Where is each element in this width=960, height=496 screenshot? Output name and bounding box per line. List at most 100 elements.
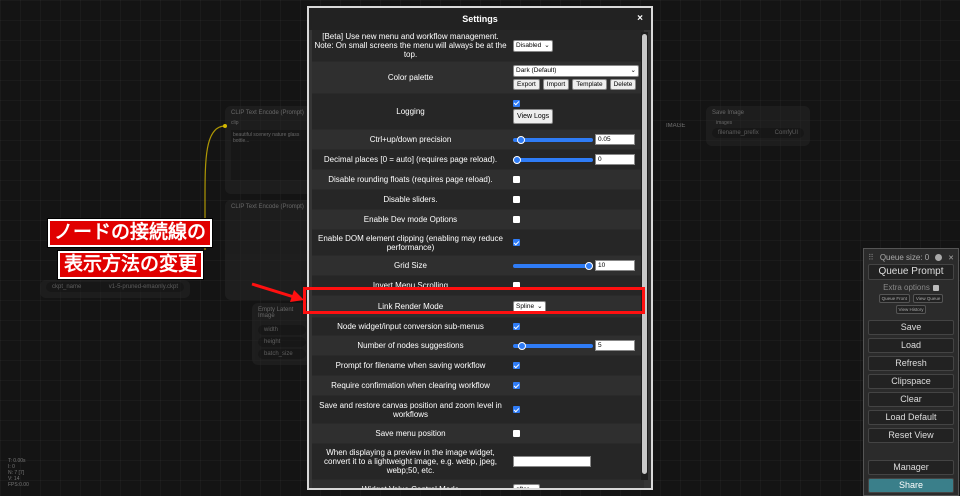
setting-checkbox[interactable] bbox=[513, 382, 520, 389]
palette-export-button[interactable]: Export bbox=[513, 79, 540, 90]
setting-checkbox[interactable] bbox=[513, 362, 520, 369]
setting-row: Color palette Dark (Default) ⌄ Export Import… bbox=[312, 62, 644, 94]
chevron-down-icon: ⌄ bbox=[532, 485, 538, 490]
setting-row: Ctrl+up/down precision 0.05 bbox=[312, 130, 644, 150]
setting-number-input[interactable]: 10 bbox=[595, 260, 635, 271]
setting-slider[interactable] bbox=[513, 341, 593, 350]
setting-row: Prompt for filename when saving workflow bbox=[312, 356, 644, 376]
setting-select[interactable]: after ⌄ bbox=[513, 483, 541, 490]
setting-row: Decimal places [0 = auto] (requires page… bbox=[312, 150, 644, 170]
setting-slider[interactable] bbox=[513, 135, 593, 144]
ckpt-name-label: ckpt_name bbox=[52, 284, 82, 290]
setting-checkbox[interactable] bbox=[513, 239, 520, 246]
setting-control: 10 bbox=[509, 260, 644, 271]
view-history-button[interactable]: View History bbox=[895, 305, 927, 314]
canvas-stats: T: 0.00s I: 0 N: 7 [7] V: 14 FPS:0.00 bbox=[8, 458, 29, 488]
setting-row: Node widget/input conversion sub-menus bbox=[312, 318, 644, 336]
setting-control bbox=[509, 196, 644, 203]
drag-handle-icon[interactable]: ⠿ bbox=[868, 253, 874, 262]
share-button[interactable]: Share bbox=[868, 478, 954, 493]
width-widget[interactable]: width bbox=[258, 325, 306, 335]
setting-number-input[interactable]: 0 bbox=[595, 154, 635, 165]
settings-title-bar: Settings × bbox=[309, 8, 651, 30]
reset-view-button[interactable]: Reset View bbox=[868, 428, 954, 443]
setting-checkbox[interactable] bbox=[513, 323, 520, 330]
load-default-button[interactable]: Load Default bbox=[868, 410, 954, 425]
ckpt-widget[interactable]: ckpt_name v1-5-pruned-emaonly.ckpt bbox=[46, 282, 184, 292]
image-output-label: IMAGE bbox=[666, 123, 686, 129]
setting-row: Enable Dev mode Options bbox=[312, 210, 644, 230]
logging-checkbox[interactable] bbox=[513, 99, 520, 107]
highlight-box bbox=[303, 287, 645, 314]
setting-label: Color palette bbox=[387, 73, 434, 82]
settings-list: [Beta] Use new menu and workflow managem… bbox=[312, 30, 644, 490]
palette-template-button[interactable]: Template bbox=[572, 79, 607, 90]
clipspace-button[interactable]: Clipspace bbox=[868, 374, 954, 389]
close-panel-icon[interactable]: ✕ bbox=[948, 254, 954, 262]
setting-text-input[interactable] bbox=[513, 456, 591, 467]
setting-slider[interactable] bbox=[513, 261, 593, 270]
settings-scrollbar[interactable] bbox=[641, 32, 648, 480]
save-image-node[interactable]: Save Image images filename_prefix ComfyU… bbox=[706, 106, 810, 146]
clip-text-encode-node-1[interactable]: CLIP Text Encode (Prompt) clip beautiful… bbox=[225, 106, 315, 194]
setting-control: 0 bbox=[509, 154, 644, 165]
setting-checkbox[interactable] bbox=[513, 176, 520, 183]
palette-select[interactable]: Dark (Default) ⌄ bbox=[513, 65, 639, 77]
annotation-line-1: ノードの接続線の bbox=[48, 219, 213, 247]
setting-label: Prompt for filename when saving workflow bbox=[335, 361, 486, 370]
setting-label: When displaying a preview in the image w… bbox=[324, 448, 497, 475]
setting-checkbox[interactable] bbox=[513, 216, 520, 223]
setting-label: Number of nodes suggestions bbox=[357, 341, 464, 350]
clear-button[interactable]: Clear bbox=[868, 392, 954, 407]
setting-label: Logging bbox=[396, 107, 425, 116]
gear-icon[interactable] bbox=[935, 254, 943, 261]
extra-options-checkbox[interactable] bbox=[932, 284, 939, 291]
annotation-line-2: 表示方法の変更 bbox=[58, 251, 204, 279]
select-value: after bbox=[516, 485, 530, 490]
palette-import-button[interactable]: Import bbox=[542, 79, 570, 90]
setting-control: 5 bbox=[509, 340, 644, 351]
setting-label: Save menu position bbox=[375, 429, 446, 438]
close-icon[interactable]: × bbox=[637, 13, 643, 24]
setting-select[interactable]: Disabled ⌄ bbox=[513, 39, 553, 52]
setting-row: Save menu position bbox=[312, 424, 644, 444]
load-button[interactable]: Load bbox=[868, 338, 954, 353]
setting-checkbox[interactable] bbox=[513, 406, 520, 413]
setting-row: Widget Value Control Mode after ⌄ bbox=[312, 480, 644, 490]
batch-size-widget[interactable]: batch_size bbox=[258, 349, 306, 359]
save-button[interactable]: Save bbox=[868, 320, 954, 335]
setting-label: Grid Size bbox=[394, 261, 427, 270]
setting-label: Ctrl+up/down precision bbox=[369, 135, 452, 144]
queue-panel: ⠿ Queue size: 0 ✕ Queue Prompt Extra opt… bbox=[863, 248, 959, 496]
setting-control bbox=[509, 216, 644, 223]
setting-label: Disable rounding floats (requires page r… bbox=[328, 175, 493, 184]
ckpt-name-value: v1-5-pruned-emaonly.ckpt bbox=[108, 284, 178, 290]
setting-control bbox=[509, 382, 644, 389]
manager-button[interactable]: Manager bbox=[868, 460, 954, 475]
settings-dialog: Settings × [Beta] Use new menu and workf… bbox=[307, 6, 653, 490]
setting-control bbox=[509, 323, 644, 330]
palette-delete-button[interactable]: Delete bbox=[609, 79, 637, 90]
setting-row: Logging View Logs bbox=[312, 94, 644, 130]
queue-front-button[interactable]: Queue Front bbox=[878, 294, 910, 303]
refresh-button[interactable]: Refresh bbox=[868, 356, 954, 371]
queue-prompt-button[interactable]: Queue Prompt bbox=[868, 264, 954, 280]
setting-label: [Beta] Use new menu and workflow managem… bbox=[314, 32, 507, 59]
setting-checkbox[interactable] bbox=[513, 196, 520, 203]
filename-prefix-widget[interactable]: filename_prefix ComfyUI bbox=[712, 128, 804, 138]
height-widget[interactable]: height bbox=[258, 337, 306, 347]
prompt-textarea[interactable]: beautiful scenery nature glass bottle... bbox=[231, 130, 309, 180]
checkpoint-loader-node[interactable]: ckpt_name v1-5-pruned-emaonly.ckpt bbox=[40, 280, 190, 298]
setting-control bbox=[509, 430, 644, 437]
setting-number-input[interactable]: 5 bbox=[595, 340, 635, 351]
setting-checkbox[interactable] bbox=[513, 430, 520, 437]
setting-slider[interactable] bbox=[513, 155, 593, 164]
annotation-callout: ノードの接続線の 表示方法の変更 bbox=[48, 219, 262, 279]
view-queue-button[interactable]: View Queue bbox=[912, 294, 944, 303]
setting-control bbox=[509, 176, 644, 183]
setting-control bbox=[509, 456, 644, 467]
view-logs-button[interactable]: View Logs bbox=[513, 108, 554, 124]
setting-number-input[interactable]: 0.05 bbox=[595, 134, 635, 145]
filename-prefix-value: ComfyUI bbox=[774, 130, 798, 136]
node-title: Save Image bbox=[712, 110, 745, 116]
